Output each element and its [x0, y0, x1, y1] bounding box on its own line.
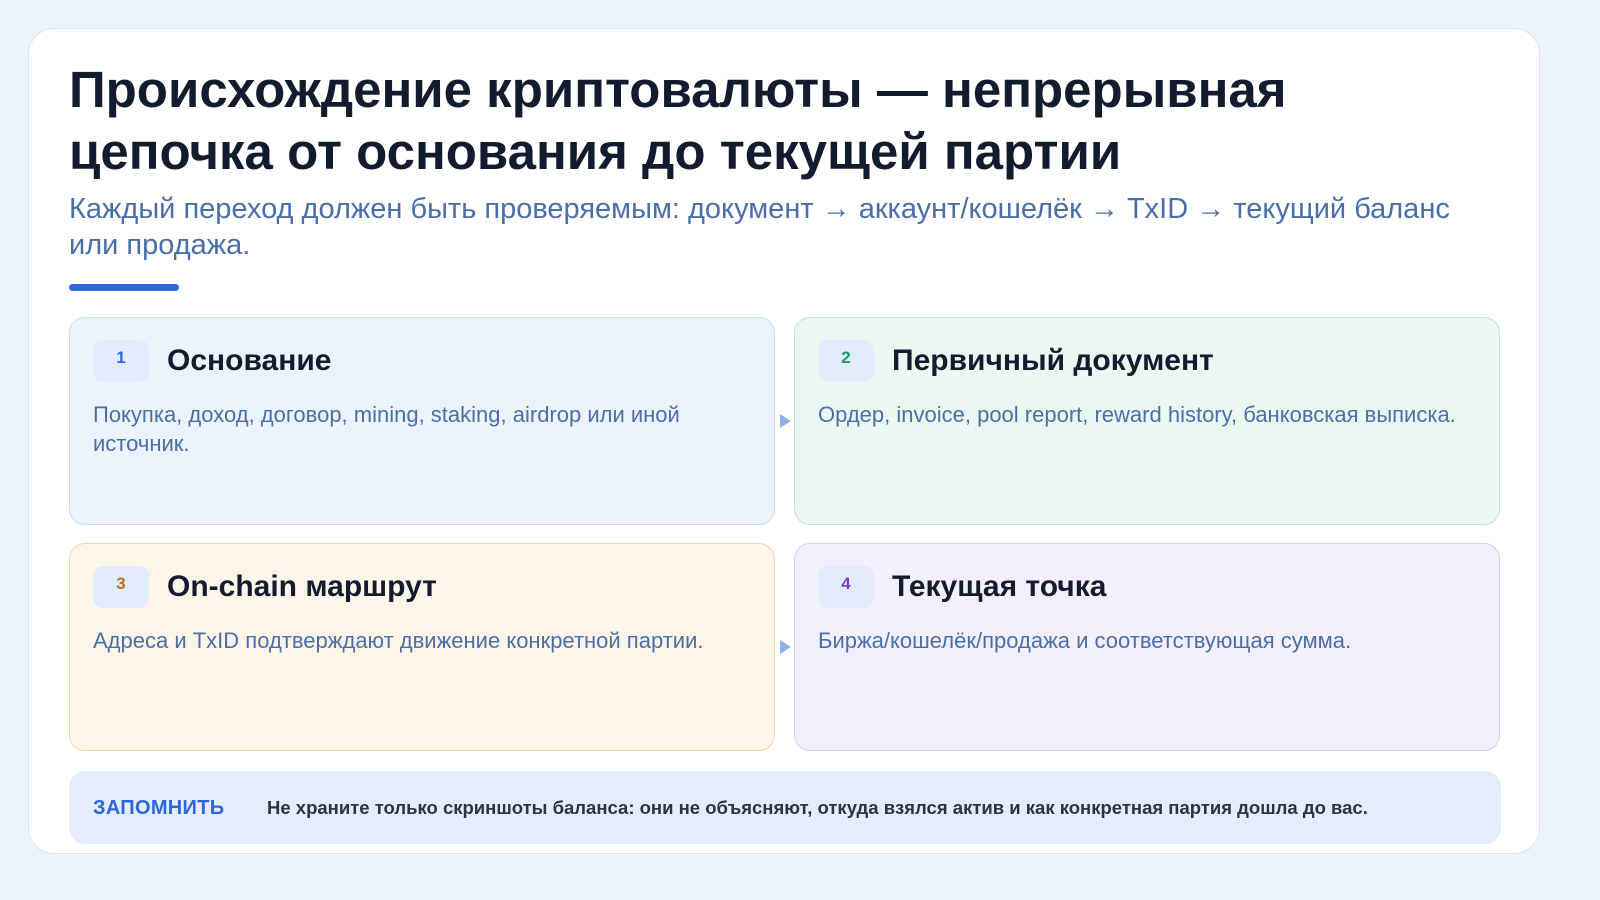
step-title: Основание [167, 344, 332, 377]
step-description: Покупка, доход, договор, mining, staking… [93, 402, 680, 456]
step-number-badge: 1 [93, 340, 149, 382]
step-description: Биржа/кошелёк/продажа и соответствующая … [818, 628, 1352, 653]
step-card-primary-document: 2 Первичный документ Ордер, invoice, poo… [794, 317, 1500, 525]
step-description: Адреса и TxID подтверждают движение конк… [93, 628, 704, 653]
step-card-current-point: 4 Текущая точка Биржа/кошелёк/продажа и … [794, 543, 1500, 751]
step-number-badge: 4 [818, 566, 874, 608]
remember-note: ЗАПОМНИТЬ Не храните только скриншоты ба… [69, 771, 1501, 844]
step-title: Текущая точка [892, 570, 1107, 603]
step-title: Первичный документ [892, 344, 1214, 377]
note-label: ЗАПОМНИТЬ [93, 797, 225, 819]
arrow-right-icon [780, 640, 791, 654]
step-card-onchain-route: 3 On-chain маршрут Адреса и TxID подтвер… [69, 543, 775, 751]
step-card-basis: 1 Основание Покупка, доход, договор, min… [69, 317, 775, 525]
step-description: Ордер, invoice, pool report, reward hist… [818, 402, 1456, 427]
page-title: Происхождение криптовалюты — непрерывная… [69, 61, 1287, 180]
note-text: Не храните только скриншоты баланса: они… [267, 797, 1368, 818]
step-number-badge: 2 [818, 340, 874, 382]
arrow-right-icon [780, 414, 791, 428]
step-number-badge: 3 [93, 566, 149, 608]
accent-divider [69, 284, 179, 291]
step-title: On-chain маршрут [167, 570, 437, 603]
slide-card: Происхождение криптовалюты — непрерывная… [28, 28, 1540, 854]
page-subtitle: Каждый переход должен быть проверяемым: … [69, 193, 1450, 261]
